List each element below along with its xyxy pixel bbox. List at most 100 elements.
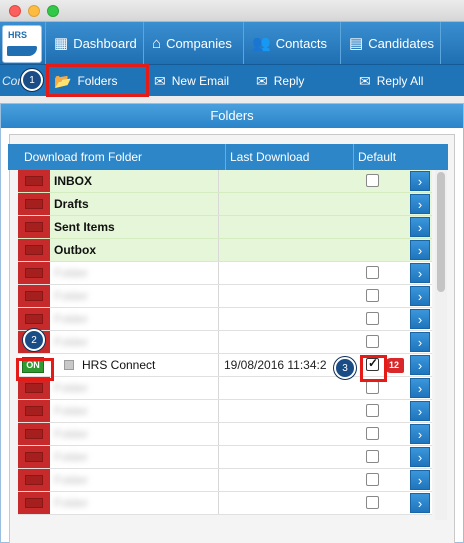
reply-all-label: Reply All [376,74,424,88]
nav-label: Companies [166,35,232,51]
open-folder-arrow-button[interactable]: › [410,493,430,513]
column-divider [218,354,219,376]
open-folder-arrow-button[interactable]: › [410,263,430,283]
column-divider [218,216,219,238]
folder-name: Outbox [54,243,96,257]
table-scrollbar[interactable] [435,170,447,520]
off-toggle[interactable] [18,492,50,514]
column-last-download[interactable]: Last Download [226,144,354,170]
default-checkbox[interactable] [366,450,379,463]
default-checkbox[interactable] [366,496,379,509]
toggle-knob [25,452,43,462]
open-folder-arrow-button[interactable]: › [410,286,430,306]
column-divider [218,308,219,330]
column-default[interactable]: Default [354,144,424,170]
reply-label: Reply [273,74,305,88]
scrollbar-thumb[interactable] [437,172,445,292]
open-folder-arrow-button[interactable]: › [410,309,430,329]
open-folder-arrow-button[interactable]: › [410,240,430,260]
nav-contacts[interactable]: 👥 Contacts [243,22,340,64]
open-folder-arrow-button[interactable]: › [410,194,430,214]
folder-row[interactable]: Folder › [18,331,432,354]
open-folder-arrow-button[interactable]: › [410,217,430,237]
nav-candidates[interactable]: ▤ Candidates [340,22,440,64]
open-folder-arrow-button[interactable]: › [410,355,430,375]
default-checkbox[interactable] [366,381,379,394]
column-divider [218,239,219,261]
folder-row[interactable]: Folder › [18,423,432,446]
toggle-knob [25,176,43,186]
toggle-knob [25,268,43,278]
column-divider [218,170,219,192]
reply-all-button[interactable]: ✉ Reply All [355,65,445,97]
off-toggle[interactable] [18,170,50,192]
folder-name: Folder [54,312,89,326]
folder-row[interactable]: Folder › [18,469,432,492]
logo-text: HRS [8,30,28,40]
toggle-knob [25,498,43,508]
default-checkbox[interactable] [366,174,379,187]
nav-companies[interactable]: ⌂ Companies [143,22,243,64]
column-download-from-folder[interactable]: Download from Folder [18,144,226,170]
column-divider [218,423,219,445]
toggle-knob [25,199,43,209]
off-toggle[interactable] [18,239,50,261]
default-checkbox[interactable] [366,266,379,279]
last-download-value: 19/08/2016 11:34:2 [224,358,327,372]
dialog-title: Folders [1,104,463,128]
nav-more[interactable] [440,22,464,64]
hrs-logo[interactable]: HRS [2,25,42,63]
open-folder-arrow-button[interactable]: › [410,378,430,398]
folder-row[interactable]: Folder › [18,446,432,469]
folder-name: Folder [54,289,89,303]
off-toggle[interactable] [18,285,50,307]
open-folder-arrow-button[interactable]: › [410,424,430,444]
reply-all-icon: ✉ [359,72,371,89]
zoom-window-button[interactable] [47,5,59,17]
folder-row[interactable]: INBOX › [18,170,432,193]
off-toggle[interactable] [18,400,50,422]
off-toggle[interactable] [18,423,50,445]
toggle-knob [25,475,43,485]
toolbar-overflow[interactable] [448,65,464,97]
toggle-knob [25,245,43,255]
off-toggle[interactable] [18,262,50,284]
close-window-button[interactable] [9,5,21,17]
default-checkbox[interactable] [366,404,379,417]
folder-row[interactable]: Folder › [18,285,432,308]
default-checkbox[interactable] [366,312,379,325]
off-toggle[interactable] [18,308,50,330]
minimize-window-button[interactable] [28,5,40,17]
off-toggle[interactable] [18,216,50,238]
column-divider [218,331,219,353]
id-card-icon: ▤ [349,35,364,52]
new-email-label: New Email [171,74,230,88]
new-email-button[interactable]: ✉ New Email [150,65,248,97]
open-folder-arrow-button[interactable]: › [410,171,430,191]
open-folder-arrow-button[interactable]: › [410,470,430,490]
folder-name: HRS Connect [82,358,156,372]
default-checkbox[interactable] [366,473,379,486]
toggle-knob [25,222,43,232]
folder-row[interactable]: Folder › [18,308,432,331]
off-toggle[interactable] [18,446,50,468]
open-folder-arrow-button[interactable]: › [410,447,430,467]
default-checkbox[interactable] [366,289,379,302]
column-divider [218,193,219,215]
folder-icon [64,360,74,370]
new-email-icon: ✉ [154,72,166,89]
folder-row[interactable]: Drafts › [18,193,432,216]
folder-row[interactable]: Folder › [18,262,432,285]
folder-row[interactable]: Folder › [18,492,432,515]
default-checkbox[interactable] [366,427,379,440]
reply-button[interactable]: ✉ Reply [252,65,342,97]
folder-row[interactable]: Outbox › [18,239,432,262]
folder-row[interactable]: Sent Items › [18,216,432,239]
nav-dashboard[interactable]: ▦ Dashboard [45,22,143,64]
off-toggle[interactable] [18,469,50,491]
default-checkbox[interactable] [366,335,379,348]
open-folder-arrow-button[interactable]: › [410,332,430,352]
open-folder-arrow-button[interactable]: › [410,401,430,421]
folder-row[interactable]: Folder › [18,400,432,423]
off-toggle[interactable] [18,193,50,215]
